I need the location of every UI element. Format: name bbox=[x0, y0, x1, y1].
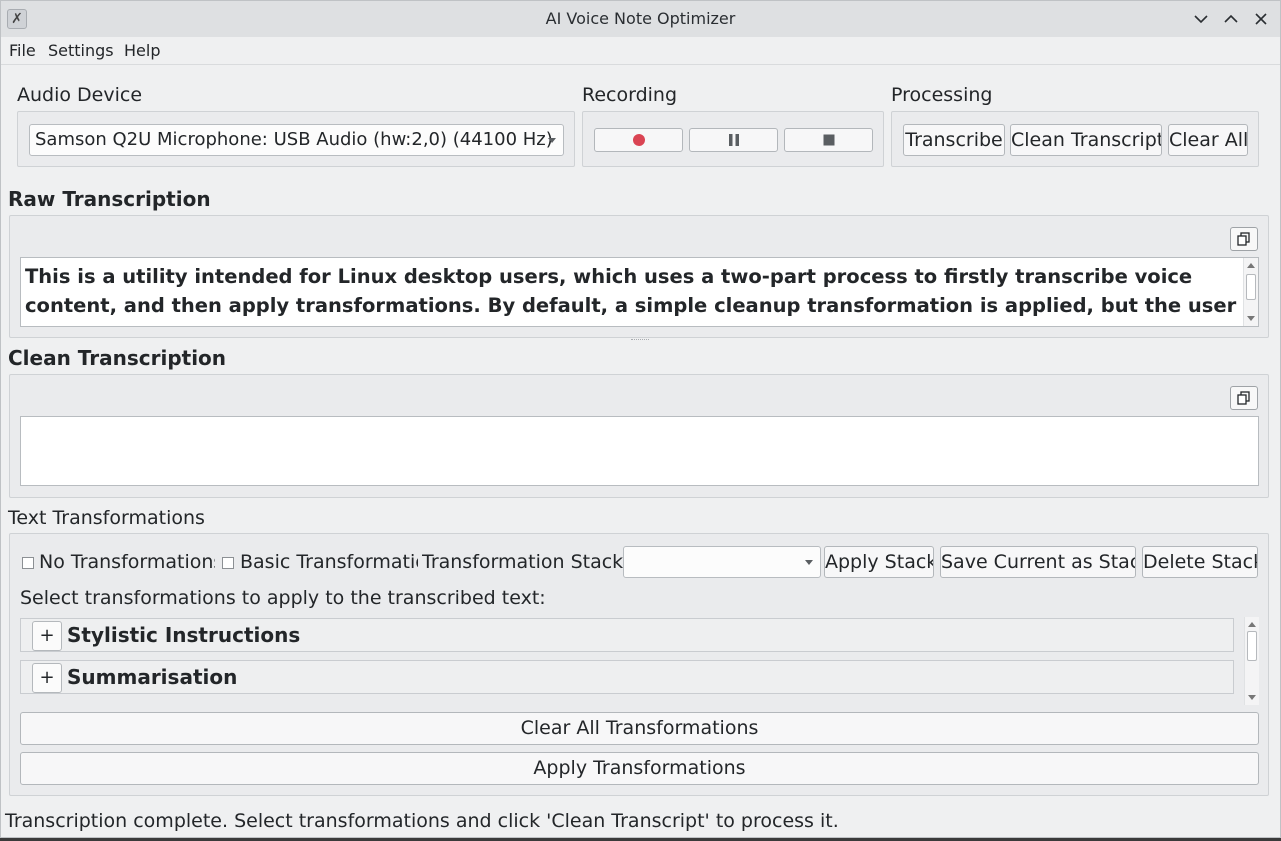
apply-transformations-button[interactable]: Apply Transformations bbox=[20, 752, 1259, 785]
raw-transcription-frame: This is a utility intended for Linux des… bbox=[9, 215, 1269, 338]
category-stylistic[interactable]: + Stylistic Instructions bbox=[20, 618, 1234, 652]
category-summarisation[interactable]: + Summarisation bbox=[20, 660, 1234, 694]
transformations-tree: + Stylistic Instructions + Summarisation bbox=[20, 617, 1259, 705]
menu-help[interactable]: Help bbox=[124, 41, 160, 60]
menu-settings[interactable]: Settings bbox=[48, 41, 114, 60]
stop-button[interactable] bbox=[784, 128, 873, 152]
audio-device-title: Audio Device bbox=[17, 84, 143, 106]
processing-title: Processing bbox=[891, 84, 993, 106]
pause-icon bbox=[728, 134, 739, 146]
menu-bar: File Settings Help bbox=[1, 37, 1280, 65]
transcribe-button[interactable]: Transcribe bbox=[903, 124, 1005, 156]
stop-icon bbox=[823, 134, 834, 146]
dropdown-arrow-icon bbox=[805, 560, 813, 565]
transformation-stack-label: Transformation Stack: bbox=[422, 551, 630, 573]
transformation-stack-select[interactable] bbox=[623, 546, 821, 578]
recording-frame bbox=[582, 111, 884, 167]
expand-stylistic-button[interactable]: + bbox=[32, 621, 62, 651]
dropdown-arrow-icon bbox=[548, 138, 556, 143]
category-stylistic-label: Stylistic Instructions bbox=[67, 623, 301, 647]
clean-transcript-button[interactable]: Clean Transcript bbox=[1010, 124, 1162, 156]
copy-clean-button[interactable] bbox=[1230, 386, 1258, 410]
transformations-instruction: Select transformations to apply to the t… bbox=[20, 587, 546, 609]
no-transformations-checkbox[interactable] bbox=[22, 557, 34, 569]
clear-all-button[interactable]: Clear All bbox=[1168, 124, 1248, 156]
audio-device-select[interactable]: Samson Q2U Microphone: USB Audio (hw:2,0… bbox=[29, 124, 564, 156]
copy-icon bbox=[1237, 232, 1250, 246]
raw-scrollbar[interactable] bbox=[1243, 258, 1258, 326]
record-button[interactable] bbox=[594, 128, 683, 152]
no-transformations-label: No Transformations bbox=[39, 551, 215, 573]
audio-device-frame: Samson Q2U Microphone: USB Audio (hw:2,0… bbox=[17, 111, 575, 167]
scroll-up-icon bbox=[1247, 263, 1255, 268]
window-title: AI Voice Note Optimizer bbox=[545, 9, 736, 28]
chevron-up-icon bbox=[1224, 14, 1238, 23]
minimize-button[interactable] bbox=[1191, 9, 1211, 29]
title-bar[interactable]: ✗ AI Voice Note Optimizer bbox=[1, 1, 1280, 37]
clean-transcription-textarea[interactable] bbox=[20, 416, 1259, 486]
category-summarisation-label: Summarisation bbox=[67, 665, 238, 689]
status-message: Transcription complete. Select transform… bbox=[5, 810, 839, 832]
raw-transcription-textarea[interactable]: This is a utility intended for Linux des… bbox=[20, 257, 1259, 327]
clean-transcription-frame bbox=[9, 374, 1269, 498]
scroll-up-icon bbox=[1248, 622, 1256, 627]
basic-transformations-label: Basic Transformatio bbox=[240, 551, 418, 573]
app-window: ✗ AI Voice Note Optimizer File Settings … bbox=[0, 0, 1281, 838]
recording-title: Recording bbox=[582, 84, 678, 106]
scroll-down-icon bbox=[1248, 695, 1256, 700]
clear-all-transformations-button[interactable]: Clear All Transformations bbox=[20, 712, 1259, 745]
scroll-thumb[interactable] bbox=[1247, 631, 1257, 661]
delete-stack-button[interactable]: Delete Stack bbox=[1142, 546, 1258, 578]
chevron-down-icon bbox=[1194, 15, 1208, 24]
apply-stack-button[interactable]: Apply Stack bbox=[824, 546, 934, 578]
clean-transcription-text bbox=[25, 421, 1238, 481]
pause-button[interactable] bbox=[689, 128, 778, 152]
splitter-handle[interactable] bbox=[631, 339, 649, 341]
scroll-down-icon bbox=[1247, 316, 1255, 321]
menu-file[interactable]: File bbox=[9, 41, 36, 60]
clean-transcription-title: Clean Transcription bbox=[8, 346, 227, 370]
close-icon bbox=[1255, 13, 1267, 25]
basic-transformations-checkbox[interactable] bbox=[222, 557, 234, 569]
copy-raw-button[interactable] bbox=[1230, 227, 1258, 251]
processing-frame: Transcribe Clean Transcript Clear All bbox=[891, 111, 1259, 167]
raw-transcription-title: Raw Transcription bbox=[8, 187, 211, 211]
copy-icon bbox=[1237, 391, 1250, 405]
maximize-button[interactable] bbox=[1221, 9, 1241, 29]
scroll-thumb[interactable] bbox=[1246, 274, 1256, 300]
audio-device-value: Samson Q2U Microphone: USB Audio (hw:2,0… bbox=[35, 129, 553, 150]
record-icon bbox=[632, 134, 645, 146]
transformations-frame: No Transformations Basic Transformatio T… bbox=[9, 533, 1269, 796]
text-transformations-title: Text Transformations bbox=[8, 507, 205, 529]
transformations-scrollbar[interactable] bbox=[1244, 617, 1259, 705]
expand-summarisation-button[interactable]: + bbox=[32, 663, 62, 693]
close-button[interactable] bbox=[1251, 9, 1271, 29]
save-stack-button[interactable]: Save Current as Stack bbox=[940, 546, 1136, 578]
raw-transcription-text: This is a utility intended for Linux des… bbox=[25, 265, 1237, 317]
